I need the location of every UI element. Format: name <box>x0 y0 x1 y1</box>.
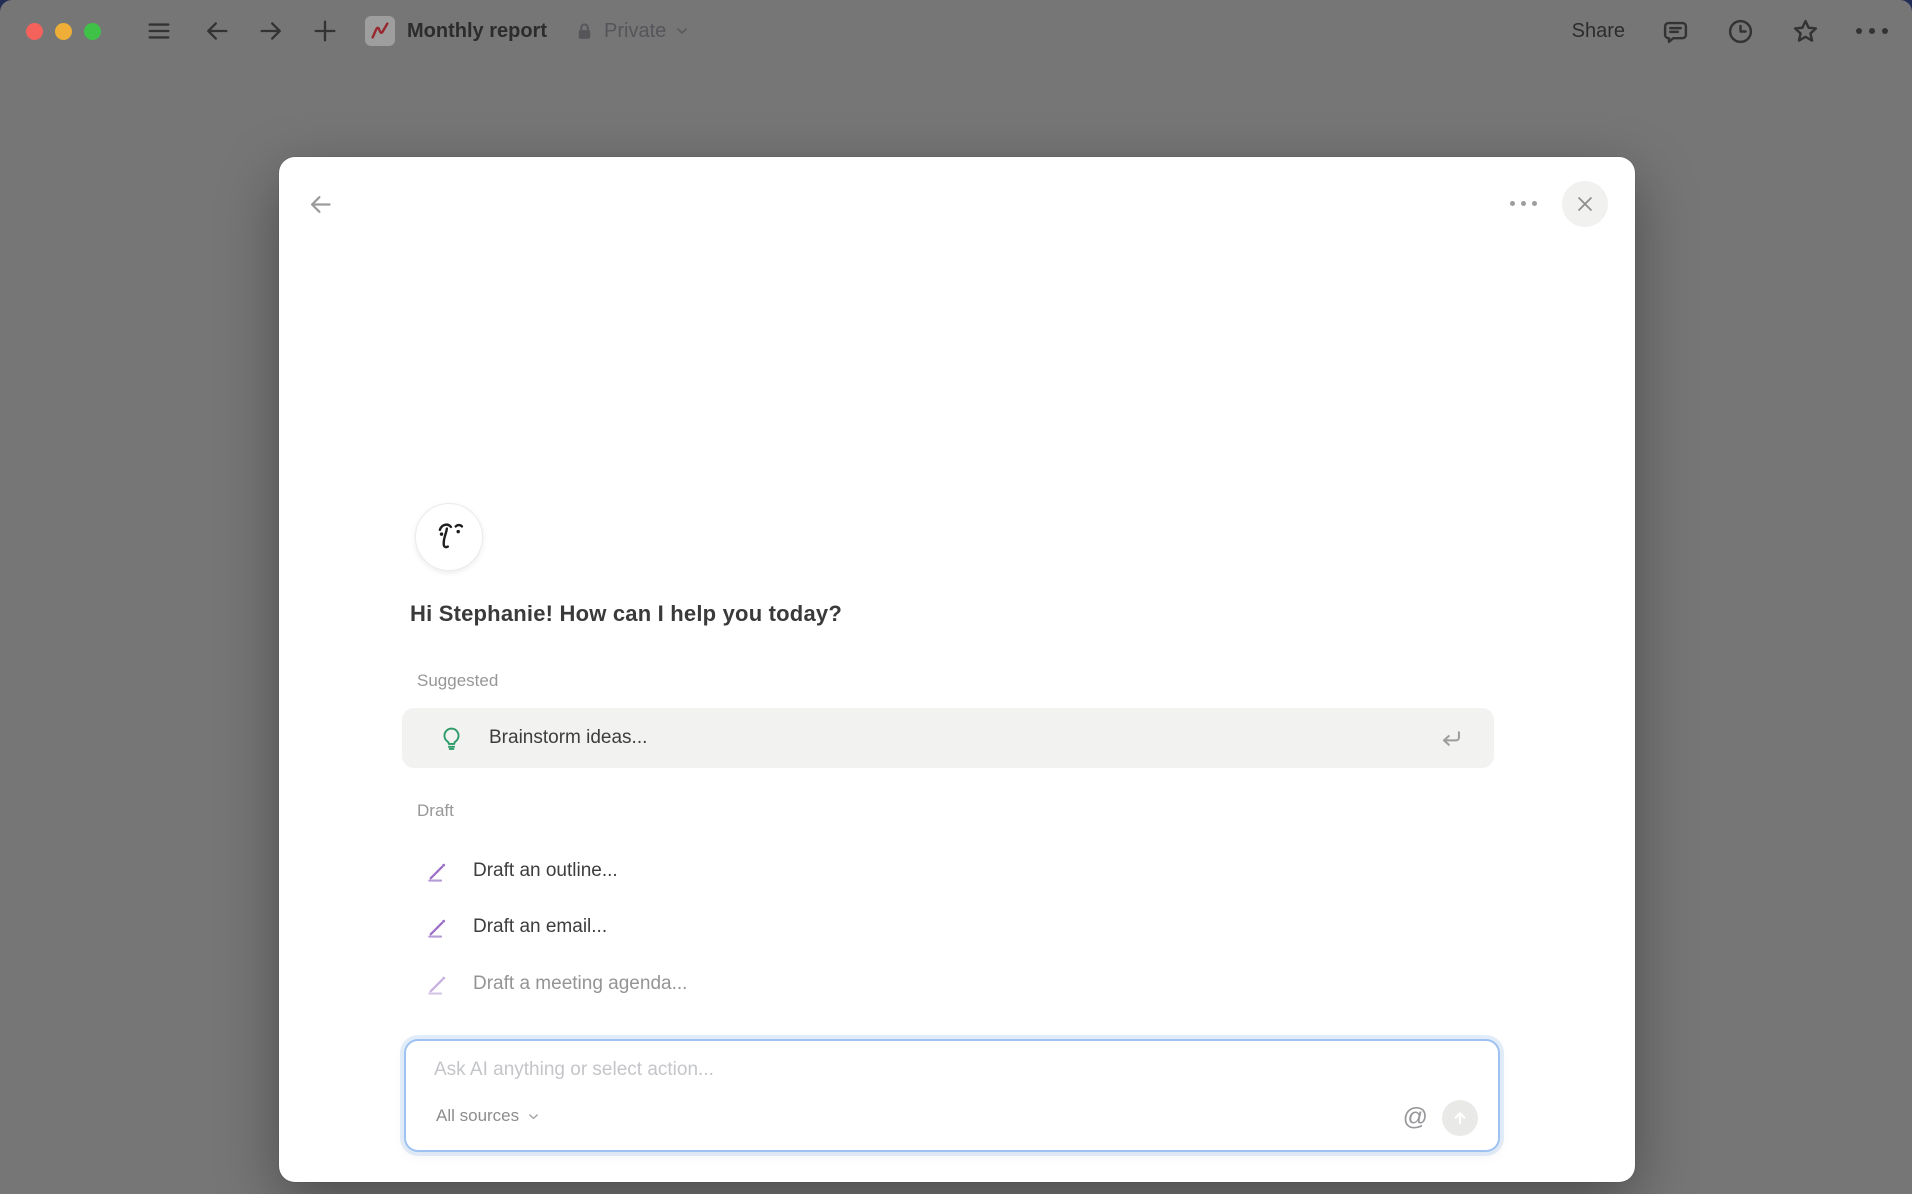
draft-section-label: Draft <box>417 801 454 821</box>
lightbulb-icon <box>438 725 465 752</box>
suggestion-brainstorm-ideas[interactable]: Brainstorm ideas... <box>402 708 1494 768</box>
ellipsis-icon <box>1856 28 1888 34</box>
draft-item-email[interactable]: Draft an email... <box>425 905 607 949</box>
enter-icon <box>1437 725 1464 752</box>
ai-assistant-modal: Hi Stephanie! How can I help you today? … <box>279 157 1635 1182</box>
plus-icon <box>311 17 339 45</box>
ai-avatar <box>415 503 483 571</box>
draft-item-label: Draft an outline... <box>473 860 618 882</box>
comments-button[interactable] <box>1661 17 1690 46</box>
share-label: Share <box>1572 20 1625 43</box>
page-title: Monthly report <box>407 20 547 43</box>
draft-item-label: Draft an email... <box>473 916 607 938</box>
privacy-dropdown[interactable]: Private <box>573 20 690 43</box>
mention-button[interactable]: @ <box>1403 1105 1428 1132</box>
close-window-button[interactable] <box>26 23 43 40</box>
arrow-up-icon <box>1450 1108 1470 1128</box>
breadcrumb[interactable]: Monthly report <box>365 16 547 46</box>
ai-face-icon <box>426 514 472 560</box>
suggestion-label: Brainstorm ideas... <box>489 727 1413 749</box>
share-button[interactable]: Share <box>1572 20 1625 43</box>
lock-icon <box>573 20 596 43</box>
new-page-button[interactable] <box>311 17 339 45</box>
window-controls <box>26 23 101 40</box>
comment-icon <box>1661 17 1690 46</box>
history-button[interactable] <box>1726 17 1755 46</box>
zoom-window-button[interactable] <box>84 23 101 40</box>
modal-back-button[interactable] <box>307 191 334 221</box>
modal-more-button[interactable] <box>1510 201 1537 206</box>
star-icon <box>1791 17 1820 46</box>
pencil-icon <box>425 914 452 941</box>
send-button[interactable] <box>1442 1100 1478 1136</box>
ellipsis-icon <box>1510 201 1537 206</box>
notion-window: Monthly report Private Share <box>0 0 1912 1194</box>
chevron-down-icon <box>674 23 690 39</box>
ai-input-box: All sources @ <box>404 1039 1500 1152</box>
sources-dropdown[interactable]: All sources <box>434 1106 541 1130</box>
input-bottom-bar: All sources @ <box>434 1100 1478 1136</box>
minimize-window-button[interactable] <box>55 23 72 40</box>
privacy-label: Private <box>604 20 666 43</box>
close-icon <box>1574 193 1596 215</box>
draft-item-meeting-agenda[interactable]: Draft a meeting agenda... <box>425 962 687 1006</box>
pencil-icon <box>425 858 452 885</box>
page-chart-icon <box>365 16 395 46</box>
favorite-button[interactable] <box>1791 17 1820 46</box>
clock-icon <box>1726 17 1755 46</box>
draft-item-label: Draft a meeting agenda... <box>473 973 687 995</box>
input-actions: @ <box>1403 1100 1478 1136</box>
titlebar: Monthly report Private Share <box>0 0 1912 62</box>
arrow-left-icon <box>307 191 334 218</box>
draft-item-outline[interactable]: Draft an outline... <box>425 849 618 893</box>
hamburger-icon <box>145 17 173 45</box>
ai-greeting: Hi Stephanie! How can I help you today? <box>410 601 842 627</box>
arrow-left-icon <box>203 17 231 45</box>
chevron-down-icon <box>526 1109 541 1124</box>
sources-label: All sources <box>436 1106 519 1126</box>
ai-input[interactable] <box>434 1059 1334 1081</box>
forward-button[interactable] <box>257 17 285 45</box>
sidebar-toggle-button[interactable] <box>145 17 173 45</box>
arrow-right-icon <box>257 17 285 45</box>
modal-close-button[interactable] <box>1562 181 1608 227</box>
pencil-icon <box>425 971 452 998</box>
suggested-section-label: Suggested <box>417 671 498 691</box>
more-options-button[interactable] <box>1856 28 1888 34</box>
titlebar-actions: Share <box>1572 17 1888 46</box>
at-icon: @ <box>1403 1103 1428 1131</box>
back-button[interactable] <box>203 17 231 45</box>
